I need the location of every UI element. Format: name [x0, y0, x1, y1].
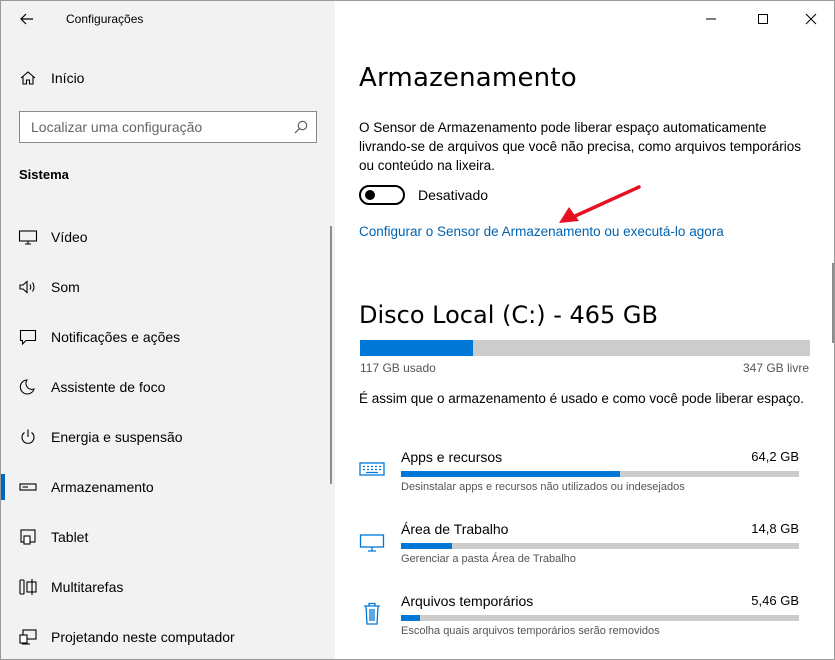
- category-bar-fill: [401, 615, 420, 621]
- back-arrow-icon: [20, 13, 33, 25]
- close-icon: [805, 13, 817, 25]
- category-bar-fill: [401, 543, 452, 549]
- back-button[interactable]: [13, 7, 41, 31]
- sidebar-item-label: Som: [51, 279, 80, 295]
- category-temp-files[interactable]: Arquivos temporários 5,46 GB Escolha qua…: [359, 593, 811, 649]
- category-name: Arquivos temporários: [401, 593, 534, 609]
- category-name: Área de Trabalho: [401, 521, 509, 537]
- projecting-icon: [19, 629, 37, 645]
- category-subtitle: Gerenciar a pasta Área de Trabalho: [401, 553, 576, 565]
- multitask-icon: [19, 579, 37, 595]
- category-bar: [401, 543, 799, 549]
- category-apps[interactable]: Apps e recursos 64,2 GB Desinstalar apps…: [359, 449, 811, 505]
- toggle-state-label: Desativado: [418, 187, 489, 203]
- disk-used-label: 117 GB usado: [360, 361, 436, 375]
- close-button[interactable]: [791, 5, 831, 33]
- search-icon[interactable]: [294, 120, 308, 134]
- maximize-icon: [758, 14, 768, 24]
- category-bar: [401, 615, 799, 621]
- desktop-icon: [359, 534, 385, 552]
- sidebar-scrollbar[interactable]: [330, 226, 332, 484]
- maximize-button[interactable]: [743, 5, 783, 33]
- sidebar-item-projecting[interactable]: Projetando neste computador: [1, 619, 335, 659]
- settings-window: Configurações Início Sistema Vídeo: [0, 0, 835, 660]
- sidebar-item-sound[interactable]: Som: [1, 269, 335, 319]
- sidebar-item-home[interactable]: Início: [1, 63, 335, 93]
- category-size: 5,46 GB: [751, 593, 799, 608]
- sidebar-nav: Vídeo Som Notificações e ações Assistent…: [1, 219, 335, 659]
- usage-description: É assim que o armazenamento é usado e co…: [359, 391, 805, 406]
- storage-icon: [19, 483, 37, 491]
- sidebar-item-tablet[interactable]: Tablet: [1, 519, 335, 569]
- trash-icon: [364, 602, 380, 625]
- search-box[interactable]: [19, 111, 317, 143]
- sidebar-item-power[interactable]: Energia e suspensão: [1, 419, 335, 469]
- sidebar: Configurações Início Sistema Vídeo: [1, 1, 335, 659]
- moon-icon: [19, 379, 35, 395]
- sidebar-item-label: Tablet: [51, 529, 89, 545]
- sidebar-item-notifications[interactable]: Notificações e ações: [1, 319, 335, 369]
- tablet-icon: [20, 529, 36, 545]
- sidebar-item-label: Início: [51, 70, 85, 86]
- sidebar-item-label: Multitarefas: [51, 579, 124, 595]
- category-bar: [401, 471, 799, 477]
- section-title: Sistema: [19, 167, 69, 182]
- app-title: Configurações: [66, 12, 144, 26]
- configure-storage-sense-link[interactable]: Configurar o Sensor de Armazenamento ou …: [359, 224, 724, 239]
- sidebar-item-focus-assist[interactable]: Assistente de foco: [1, 369, 335, 419]
- category-size: 64,2 GB: [751, 449, 799, 464]
- category-subtitle: Desinstalar apps e recursos não utilizad…: [401, 481, 685, 493]
- home-icon: [20, 71, 36, 85]
- category-subtitle: Escolha quais arquivos temporários serão…: [401, 625, 660, 637]
- minimize-button[interactable]: [691, 5, 731, 33]
- search-input[interactable]: [21, 113, 285, 141]
- category-desktop[interactable]: Área de Trabalho 14,8 GB Gerenciar a pas…: [359, 521, 811, 577]
- disk-usage-fill: [360, 340, 474, 356]
- active-indicator: [1, 474, 5, 500]
- disk-free-label: 347 GB livre: [742, 361, 809, 375]
- sidebar-item-label: Projetando neste computador: [51, 629, 235, 645]
- monitor-icon: [18, 230, 38, 245]
- toggle-knob: [365, 190, 375, 200]
- power-icon: [21, 429, 35, 444]
- annotation-arrow-icon: [559, 185, 641, 223]
- sidebar-item-label: Assistente de foco: [51, 379, 166, 395]
- sidebar-item-multitasking[interactable]: Multitarefas: [1, 569, 335, 619]
- category-size: 14,8 GB: [751, 521, 799, 536]
- sidebar-item-label: Vídeo: [51, 229, 88, 245]
- page-title: Armazenamento: [359, 63, 577, 93]
- disk-title: Disco Local (C:) - 465 GB: [359, 301, 658, 329]
- storage-sense-toggle[interactable]: [359, 185, 405, 205]
- sidebar-item-video[interactable]: Vídeo: [1, 219, 335, 269]
- main-scrollbar[interactable]: [832, 263, 834, 343]
- sidebar-item-label: Notificações e ações: [51, 329, 181, 345]
- storage-sense-description: O Sensor de Armazenamento pode liberar e…: [359, 120, 801, 173]
- apps-keyboard-icon: [359, 462, 385, 476]
- category-bar-fill: [401, 471, 620, 477]
- disk-usage-bar: [360, 340, 810, 356]
- minimize-icon: [706, 18, 716, 20]
- sidebar-item-label: Armazenamento: [51, 479, 154, 495]
- notification-icon: [19, 329, 37, 346]
- main-content: Armazenamento O Sensor de Armazenamento …: [335, 1, 834, 659]
- sidebar-item-label: Energia e suspensão: [51, 429, 183, 445]
- category-name: Apps e recursos: [401, 449, 503, 465]
- speaker-icon: [19, 280, 35, 294]
- sidebar-item-storage[interactable]: Armazenamento: [1, 469, 335, 519]
